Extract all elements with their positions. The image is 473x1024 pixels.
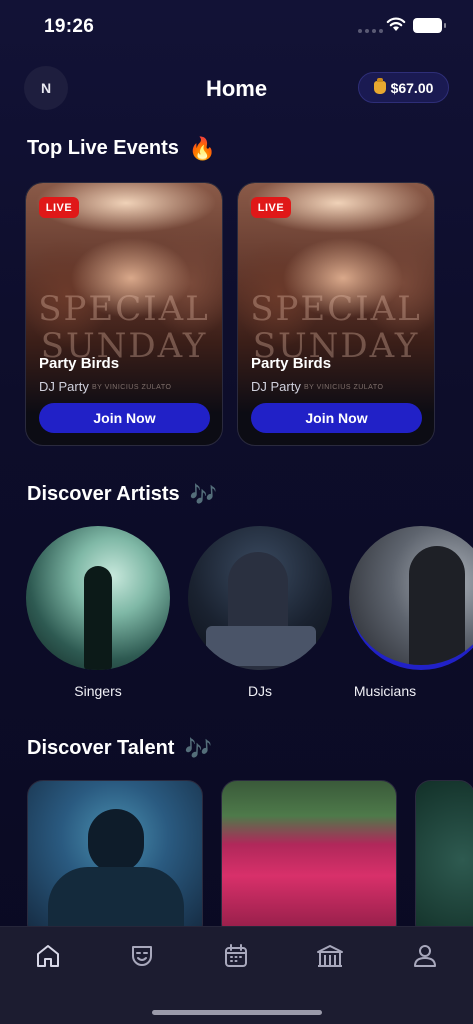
balance-amount: $67.00 — [390, 79, 434, 96]
talent-card[interactable] — [27, 780, 203, 940]
artist-category-label: Musicians — [353, 683, 417, 699]
poster-credit: BY VINICIUS ZULATO — [92, 384, 172, 391]
artist-category-label: Singers — [74, 683, 122, 699]
musicians-image — [349, 526, 473, 670]
battery-icon — [413, 18, 446, 33]
artist-category-djs[interactable]: DJs — [188, 526, 332, 699]
section-title-text: Top Live Events — [27, 137, 179, 159]
talent-card[interactable] — [221, 780, 397, 940]
home-indicator — [152, 1010, 322, 1015]
status-bar: 19:26 — [0, 0, 473, 54]
section-title-live-events: Top Live Events 🔥 — [27, 137, 216, 160]
wallet-balance-button[interactable]: $67.00 — [358, 72, 449, 103]
music-notes-icon: 🎶 — [184, 735, 212, 761]
profile-icon — [414, 945, 436, 967]
cellular-signal-icon — [358, 29, 383, 33]
calendar-icon — [225, 944, 247, 967]
venue-icon — [317, 945, 343, 967]
money-bag-icon — [373, 78, 386, 94]
artist-category-label: DJs — [247, 683, 273, 699]
event-name: Party Birds — [251, 355, 332, 372]
tab-venues[interactable] — [315, 941, 345, 971]
event-category: DJ Party — [39, 379, 89, 394]
event-card[interactable]: SPECIAL SUNDAY LIVE Party Birds DJ Party… — [25, 182, 223, 446]
home-icon — [37, 945, 59, 967]
talent-card[interactable] — [415, 780, 473, 940]
tab-profile[interactable] — [410, 941, 440, 971]
theater-mask-icon — [132, 946, 152, 966]
live-badge: LIVE — [251, 197, 291, 218]
event-name: Party Birds — [39, 355, 120, 372]
section-title-artists: Discover Artists 🎶 — [27, 483, 217, 506]
section-title-text: Discover Artists — [27, 483, 180, 505]
music-notes-icon: 🎶 — [189, 481, 218, 507]
event-category: DJ Party — [251, 379, 301, 394]
join-now-button[interactable]: Join Now — [39, 403, 210, 433]
section-title-talent: Discover Talent 🎶 — [27, 737, 212, 760]
event-card[interactable]: SPECIAL SUNDAY LIVE Party Birds DJ Party… — [237, 182, 435, 446]
poster-credit: BY VINICIUS ZULATO — [304, 384, 384, 391]
live-badge: LIVE — [39, 197, 79, 218]
singers-image — [26, 526, 170, 670]
section-title-text: Discover Talent — [27, 737, 175, 759]
join-now-button[interactable]: Join Now — [251, 403, 422, 433]
tab-home[interactable] — [33, 941, 63, 971]
artist-category-singers[interactable]: Singers — [26, 526, 170, 699]
home-screen: 19:26 N Home $67.00 Top Live Events 🔥 SP… — [0, 0, 473, 1024]
djs-image — [188, 526, 332, 670]
tab-entertainment[interactable] — [127, 941, 157, 971]
artist-category-musicians[interactable]: Musicians — [349, 526, 473, 716]
status-time: 19:26 — [44, 16, 95, 37]
wifi-icon — [386, 17, 406, 31]
tab-calendar[interactable] — [221, 941, 251, 971]
fire-icon: 🔥 — [188, 135, 217, 161]
